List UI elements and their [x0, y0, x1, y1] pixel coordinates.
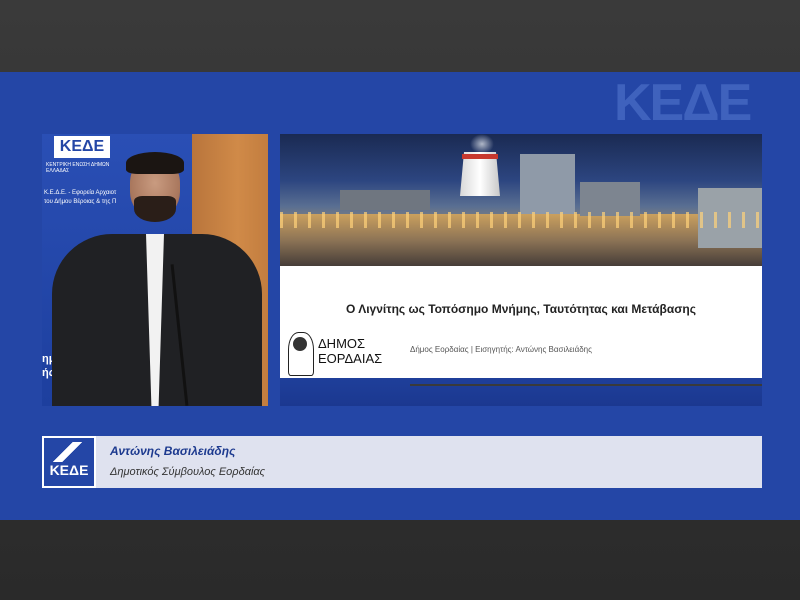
- backdrop-line-2: του Δήμου Βέροιας & της Π: [44, 199, 117, 205]
- speaker-beard: [134, 196, 176, 222]
- lower-third: ΚΕΔΕ Αντώνης Βασιλειάδης Δημοτικός Σύμβο…: [42, 436, 762, 488]
- logo-line-2: ΕΟΡΔΑΙΑΣ: [318, 351, 383, 366]
- kede-watermark: ΚΕΔΕ: [614, 74, 752, 132]
- slide-bar-line: [410, 384, 762, 386]
- speaker-hair: [126, 152, 184, 174]
- power-plant-photo: [280, 134, 762, 266]
- plant-lights: [280, 212, 762, 228]
- slide-footer: Δήμος Εορδαίας | Εισηγητής: Αντώνης Βασι…: [410, 345, 592, 354]
- presentation-slide: Ο Λιγνίτης ως Τοπόσημο Μνήμης, Ταυτότητα…: [280, 134, 762, 406]
- speaker-role: Δημοτικός Σύμβουλος Εορδαίας: [110, 466, 266, 478]
- plant-building-2: [580, 182, 640, 216]
- plant-building-4: [340, 190, 430, 210]
- plant-building-1: [520, 154, 575, 214]
- backdrop-line-1: Κ.Ε.Δ.Ε. - Εφορεία Αρχαιοτ: [44, 190, 117, 196]
- kede-banner-subtitle: ΚΕΝΤΡΙΚΗ ΕΝΩΣΗ ΔΗΜΩΝ ΕΛΛΑΔΑΣ: [46, 162, 110, 174]
- speaker-video: ΚΕΔΕ ΚΕΝΤΡΙΚΗ ΕΝΩΣΗ ΔΗΜΩΝ ΕΛΛΑΔΑΣ Κ.Ε.Δ.…: [42, 134, 268, 406]
- kede-wave-icon: [48, 442, 90, 462]
- logo-line-1: ΔΗΜΟΣ: [318, 336, 366, 351]
- kede-logo: ΚΕΔΕ: [42, 436, 96, 488]
- kede-logo-text: ΚΕΔΕ: [49, 462, 89, 478]
- backdrop-text: Κ.Ε.Δ.Ε. - Εφορεία Αρχαιοτ του Δήμου Βέρ…: [44, 189, 204, 207]
- municipality-logo-text: ΔΗΜΟΣ ΕΟΡΔΑΙΑΣ: [318, 336, 382, 366]
- municipality-logo: ΔΗΜΟΣ ΕΟΡΔΑΙΑΣ: [288, 330, 388, 376]
- photo-smoke: [470, 134, 494, 154]
- municipality-emblem-icon: [288, 332, 314, 376]
- cooling-tower-stripe: [462, 154, 498, 159]
- kede-banner-logo: ΚΕΔΕ: [54, 136, 110, 158]
- slide-title: Ο Λιγνίτης ως Τοπόσημο Μνήμης, Ταυτότητα…: [345, 302, 696, 316]
- slide-bottom-bar: [280, 378, 762, 406]
- speaker-name: Αντώνης Βασιλειάδης: [110, 444, 236, 458]
